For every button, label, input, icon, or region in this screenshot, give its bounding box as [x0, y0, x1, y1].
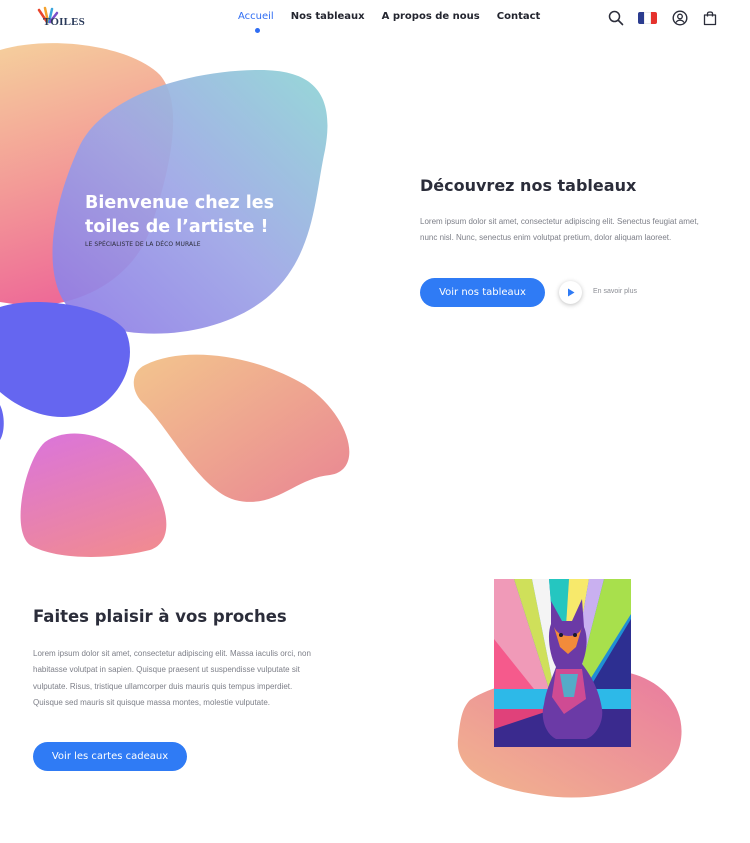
hero-title: Bienvenue chez les toiles de l’artiste !	[85, 193, 275, 237]
violet-blob	[0, 301, 130, 417]
fox-painting-image	[494, 579, 631, 747]
peach-blob	[133, 354, 350, 502]
hero-decorative-blobs	[0, 43, 682, 798]
discover-text: Lorem ipsum dolor sit amet, consectetur …	[420, 217, 699, 243]
voir-nos-tableaux-button[interactable]: Voir nos tableaux	[420, 278, 545, 307]
hero-subtitle: LE SPÉCIALISTE DE LA DÉCO MURALE	[85, 241, 201, 248]
gifts-title: Faites plaisir à vos proches	[33, 607, 287, 626]
gifts-text: Lorem ipsum dolor sit amet, consectetur …	[33, 649, 311, 707]
discover-title: Découvrez nos tableaux	[420, 176, 637, 195]
pink-blob	[20, 433, 167, 557]
en-savoir-plus-link[interactable]: En savoir plus	[593, 288, 637, 295]
play-button[interactable]	[559, 281, 582, 304]
violet-small-blob	[0, 405, 4, 440]
voir-cartes-cadeaux-button[interactable]: Voir les cartes cadeaux	[33, 742, 187, 771]
play-icon	[567, 288, 574, 297]
